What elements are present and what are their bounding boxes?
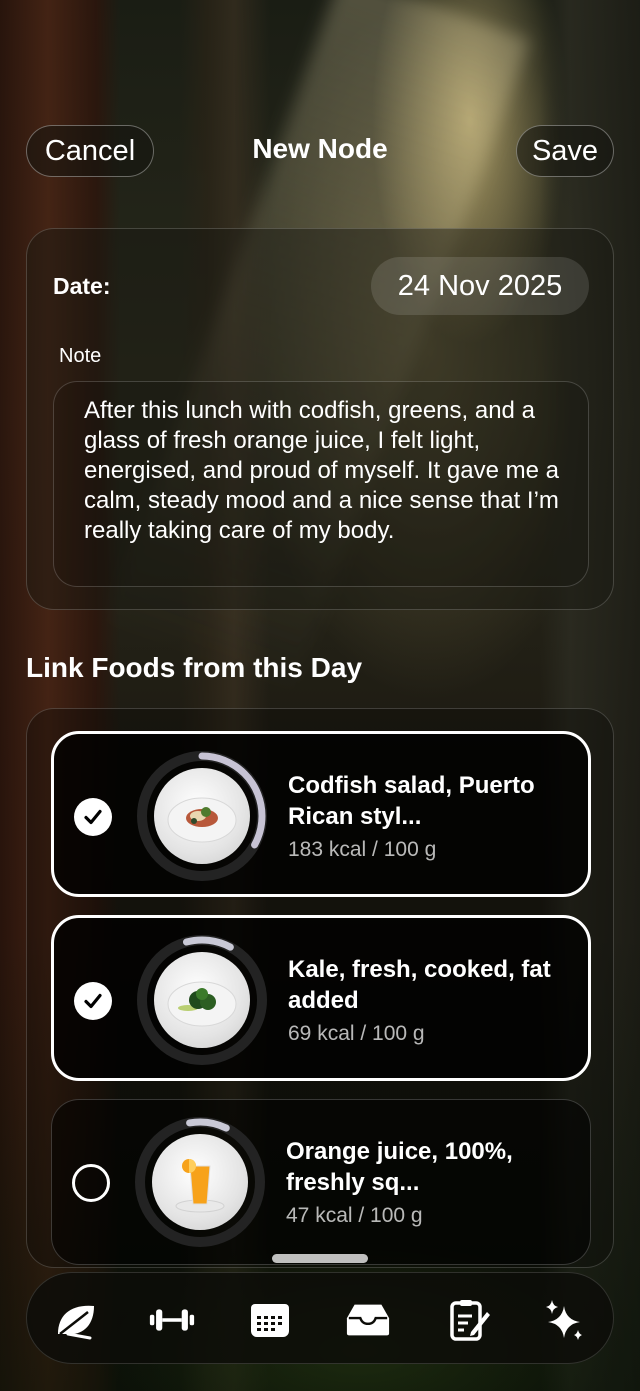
- tab-bar: [26, 1272, 614, 1364]
- date-picker-button[interactable]: 24 Nov 2025: [371, 257, 589, 315]
- codfish-salad-plate-icon: [154, 768, 250, 864]
- food-item[interactable]: Kale, fresh, cooked, fat added 69 kcal /…: [51, 915, 591, 1081]
- unchecked-circle-icon[interactable]: [72, 1164, 110, 1202]
- date-label: Date:: [53, 273, 111, 299]
- note-text-area[interactable]: After this lunch with codfish, greens, a…: [53, 381, 589, 587]
- food-calories: 69 kcal / 100 g: [288, 1022, 425, 1045]
- food-name: Kale, fresh, cooked, fat added: [288, 956, 551, 1014]
- checkmark-icon[interactable]: [74, 798, 112, 836]
- scroll-indicator: [272, 1254, 368, 1263]
- orange-juice-glass-icon: [152, 1134, 248, 1230]
- note-card: Date: 24 Nov 2025 Note After this lunch …: [26, 228, 614, 610]
- link-foods-title: Link Foods from this Day: [26, 652, 363, 683]
- notes-pencil-icon[interactable]: [447, 1297, 493, 1343]
- food-list[interactable]: Codfish salad, Puerto Rican styl... 183 …: [26, 708, 614, 1268]
- food-calories: 183 kcal / 100 g: [288, 838, 437, 861]
- food-name: Orange juice, 100%, freshly sq...: [286, 1138, 513, 1196]
- dumbbell-icon[interactable]: [149, 1297, 195, 1343]
- food-item[interactable]: Orange juice, 100%, freshly sq... 47 kca…: [51, 1099, 591, 1265]
- save-button[interactable]: Save: [516, 125, 614, 177]
- calendar-icon[interactable]: [247, 1297, 293, 1343]
- leaf-icon[interactable]: [53, 1297, 99, 1343]
- kale-plate-icon: [154, 952, 250, 1048]
- tray-icon[interactable]: [345, 1297, 391, 1343]
- note-label: Note: [59, 345, 102, 367]
- food-name: Codfish salad, Puerto Rican styl...: [288, 772, 535, 830]
- food-item[interactable]: Codfish salad, Puerto Rican styl... 183 …: [51, 731, 591, 897]
- food-calories: 47 kcal / 100 g: [286, 1204, 423, 1227]
- checkmark-icon[interactable]: [74, 982, 112, 1020]
- sparkles-icon[interactable]: [541, 1297, 587, 1343]
